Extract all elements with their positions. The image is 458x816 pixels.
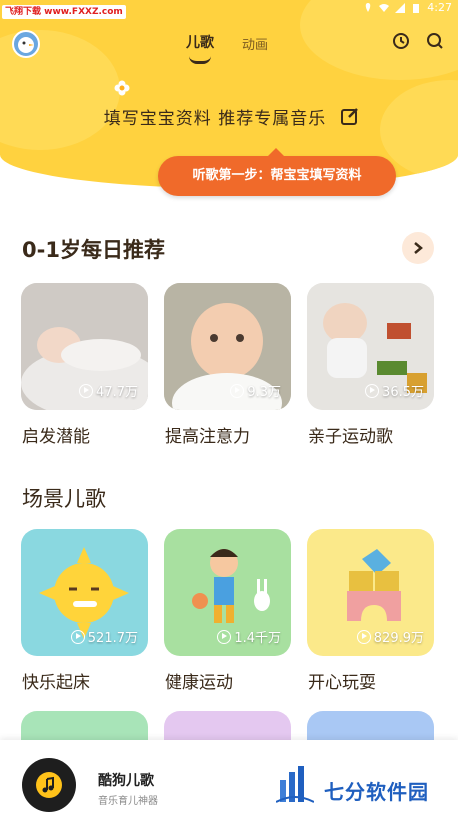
top-navigation: 儿歌 动画	[0, 26, 458, 66]
card-label: 快乐起床	[22, 673, 90, 693]
profile-prompt[interactable]: 填写宝宝资料 推荐专属音乐	[0, 104, 458, 129]
play-count: 9.3万	[247, 385, 281, 400]
chevron-right-icon	[414, 242, 423, 254]
card-label: 提高注意力	[165, 427, 250, 447]
play-count: 829.9万	[373, 631, 424, 646]
search-icon[interactable]	[426, 32, 444, 50]
card-exercise[interactable]: 1.4千万	[164, 529, 291, 656]
tab-songs[interactable]: 儿歌	[186, 32, 214, 52]
battery-icon	[413, 3, 420, 13]
play-count: 36.5万	[382, 385, 424, 400]
signal-icon	[395, 2, 406, 13]
edit-icon[interactable]	[340, 106, 360, 126]
section-scene-title: 场景儿歌	[22, 487, 106, 511]
fill-profile-tip[interactable]: 听歌第一步：帮宝宝填写资料	[158, 148, 396, 196]
watermark-badge: 飞翔下载 www.FXXZ.com	[2, 5, 126, 19]
section-daily-title: 0-1岁每日推荐	[22, 238, 165, 262]
play-icon	[70, 629, 85, 644]
more-button[interactable]	[402, 232, 434, 264]
avatar-bird-icon	[18, 37, 34, 53]
card-baby-face[interactable]: 9.3万	[164, 283, 291, 410]
flower-icon	[114, 80, 130, 96]
player-title: 酷狗儿歌	[98, 773, 154, 789]
status-bar: 飞翔下载 www.FXXZ.com 4:27	[0, 0, 458, 19]
card-label: 亲子运动歌	[308, 427, 393, 447]
play-icon	[230, 383, 245, 398]
location-icon	[366, 2, 371, 12]
play-count: 521.7万	[87, 631, 138, 646]
music-note-icon	[42, 776, 54, 793]
play-count: 47.7万	[96, 385, 138, 400]
card-label: 健康运动	[165, 673, 233, 693]
card-play[interactable]: 829.9万	[307, 529, 434, 656]
card-label: 启发潜能	[22, 427, 90, 447]
profile-prompt-text: 填写宝宝资料 推荐专属音乐	[103, 109, 327, 129]
history-icon[interactable]	[392, 32, 410, 50]
play-icon	[356, 629, 371, 644]
tab-active-indicator	[189, 56, 211, 64]
wifi-icon	[379, 3, 390, 12]
card-wake-up[interactable]: 521.7万	[21, 529, 148, 656]
album-disc[interactable]	[22, 758, 76, 812]
card-label: 开心玩耍	[308, 673, 376, 693]
play-icon	[217, 629, 232, 644]
play-icon	[79, 383, 94, 398]
card-baby-play[interactable]: 36.5万	[307, 283, 434, 410]
card-baby-sleep[interactable]: 47.7万	[21, 283, 148, 410]
play-count: 1.4千万	[234, 631, 281, 646]
play-icon	[365, 383, 380, 398]
player-subtitle: 音乐育儿神器	[98, 796, 158, 807]
status-time: 4:27	[427, 1, 452, 14]
mini-player[interactable]: 酷狗儿歌 音乐育儿神器 七分软件园	[0, 740, 458, 816]
user-avatar[interactable]	[12, 30, 40, 58]
watermark-logo	[276, 766, 314, 803]
watermark-text: 七分软件园	[324, 780, 429, 804]
tab-animation[interactable]: 动画	[242, 34, 268, 53]
